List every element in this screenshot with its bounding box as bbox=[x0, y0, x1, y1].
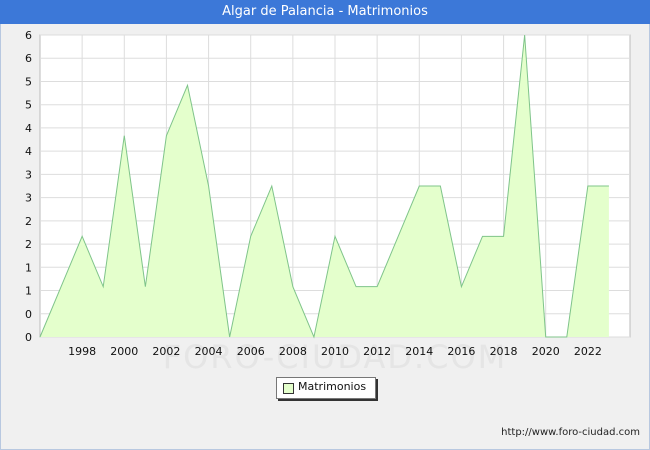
x-tick-label: 2018 bbox=[490, 345, 518, 358]
y-tick-label: 0 bbox=[25, 331, 32, 344]
x-axis-ticks: 1998 2000 2002 2004 2006 2008 2010 2012 2014 2016… bbox=[68, 345, 602, 358]
x-tick-label: 2010 bbox=[321, 345, 349, 358]
x-tick-label: 2000 bbox=[110, 345, 138, 358]
y-tick-label: 0 bbox=[25, 308, 32, 321]
y-axis-ticks: 0 0 1 1 2 2 3 3 4 4 5 5 6 6 bbox=[25, 29, 32, 344]
legend: Matrimonios bbox=[276, 377, 376, 399]
y-tick-label: 4 bbox=[25, 145, 32, 158]
y-tick-label: 1 bbox=[25, 261, 32, 274]
y-tick-label: 1 bbox=[25, 285, 32, 298]
x-tick-label: 2004 bbox=[195, 345, 223, 358]
y-tick-label: 2 bbox=[25, 215, 32, 228]
y-tick-label: 5 bbox=[25, 75, 32, 88]
y-tick-label: 2 bbox=[25, 238, 32, 251]
y-tick-label: 3 bbox=[25, 168, 32, 181]
x-tick-label: 1998 bbox=[68, 345, 96, 358]
x-tick-label: 2014 bbox=[405, 345, 433, 358]
x-tick-label: 2006 bbox=[237, 345, 265, 358]
y-tick-label: 3 bbox=[25, 192, 32, 205]
footer-url: http://www.foro-ciudad.com bbox=[501, 427, 640, 438]
x-tick-label: 2012 bbox=[363, 345, 391, 358]
y-tick-label: 4 bbox=[25, 122, 32, 135]
legend-swatch bbox=[283, 383, 294, 394]
y-tick-label: 6 bbox=[25, 52, 32, 65]
y-tick-label: 6 bbox=[25, 29, 32, 42]
x-tick-label: 2020 bbox=[532, 345, 560, 358]
legend-label: Matrimonios bbox=[298, 380, 367, 393]
x-tick-label: 2002 bbox=[152, 345, 180, 358]
x-tick-label: 2016 bbox=[447, 345, 475, 358]
x-tick-label: 2022 bbox=[574, 345, 602, 358]
x-tick-label: 2008 bbox=[279, 345, 307, 358]
y-tick-label: 5 bbox=[25, 99, 32, 112]
